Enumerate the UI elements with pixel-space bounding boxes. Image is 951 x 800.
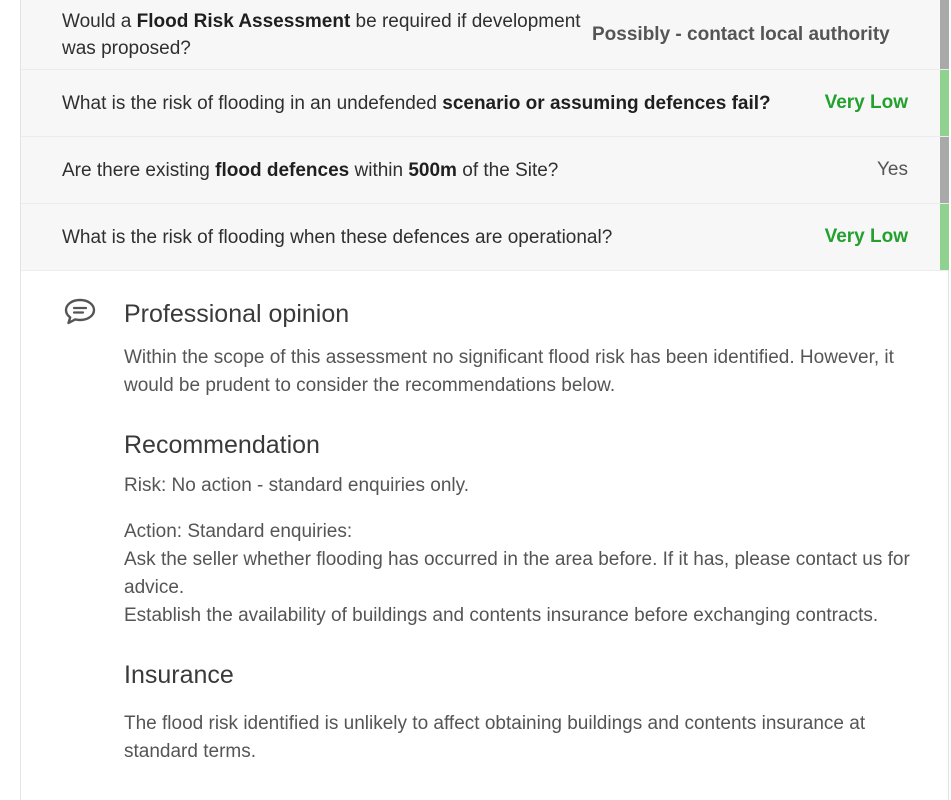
opinion-text: Within the scope of this assessment no s…	[124, 347, 894, 396]
flood-risk-card: Would a Flood Risk Assessment be require…	[20, 0, 949, 800]
status-bar	[940, 0, 949, 69]
risk-row-flood-risk-assessment: Would a Flood Risk Assessment be require…	[21, 0, 949, 70]
risk-answer: Possibly - contact local authority	[592, 23, 890, 45]
risk-question: What is the risk of flooding in an undef…	[62, 92, 771, 114]
opinion-body: Professional opinion Within the scope of…	[124, 299, 914, 766]
risk-answer: Very Low	[824, 92, 908, 113]
risk-question: Are there existing flood defences within…	[62, 159, 559, 181]
risk-question: What is the risk of flooding when these …	[62, 226, 613, 248]
risk-answer: Very Low	[824, 226, 908, 247]
speech-bubble-icon	[64, 298, 96, 325]
recommendation-risk: Risk: No action - standard enquiries onl…	[124, 475, 469, 496]
insurance-title: Insurance	[124, 661, 234, 689]
risk-row-undefended-scenario: What is the risk of flooding in an undef…	[21, 70, 949, 137]
insurance-text: The flood risk identified is unlikely to…	[124, 713, 866, 762]
action-line: Ask the seller whether flooding has occu…	[124, 549, 910, 598]
status-bar	[940, 204, 949, 270]
opinion-title: Professional opinion	[124, 300, 350, 328]
status-bar	[940, 137, 949, 203]
risk-row-flood-defences: Are there existing flood defences within…	[21, 137, 949, 204]
risk-question: Would a Flood Risk Assessment be require…	[62, 10, 581, 59]
action-line: Establish the availability of buildings …	[124, 605, 879, 626]
risk-row-defences-operational: What is the risk of flooding when these …	[21, 204, 949, 271]
recommendation-action: Action: Standard enquiries: Ask the sell…	[124, 518, 914, 630]
risk-summary-list: Would a Flood Risk Assessment be require…	[21, 0, 949, 271]
recommendation-title: Recommendation	[124, 431, 320, 459]
status-bar	[940, 70, 949, 136]
risk-answer: Yes	[877, 159, 908, 180]
action-line: Action: Standard enquiries:	[124, 521, 353, 542]
